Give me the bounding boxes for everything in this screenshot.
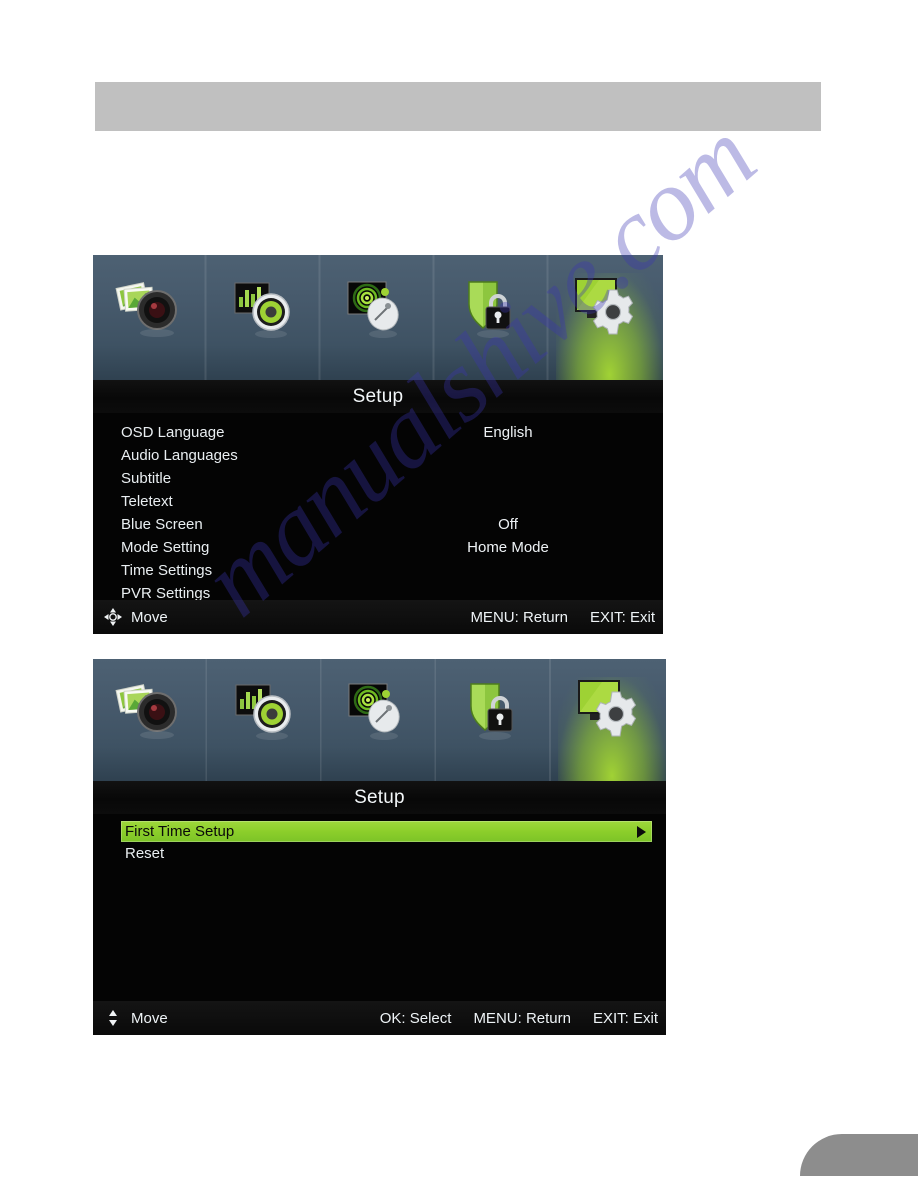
updown-arrows-icon: [103, 1008, 123, 1028]
footer-hint-menu: MENU: Return: [470, 608, 568, 626]
nav-item-sound[interactable]: [208, 659, 323, 781]
lock-icon: [455, 270, 529, 344]
channel-icon: [341, 270, 415, 344]
table-row[interactable]: Subtitle: [93, 467, 663, 490]
table-row-selected[interactable]: First Time Setup: [121, 821, 652, 842]
footer-hint-exit: EXIT: Exit: [592, 1009, 658, 1027]
nav-item-setup[interactable]: [551, 659, 666, 781]
menu-item-label: Blue Screen: [121, 516, 203, 533]
menu-item-label: OSD Language: [121, 424, 225, 441]
menu-item-label: Audio Languages: [121, 447, 238, 464]
osd-nav-bar: [93, 659, 666, 781]
table-row[interactable]: Mode Setting Home Mode: [93, 536, 663, 559]
osd-panel-setup-main: Setup OSD Language English Audio Languag…: [93, 255, 663, 634]
footer-hint-exit: EXIT: Exit: [589, 608, 655, 626]
picture-icon: [113, 672, 187, 746]
footer-hint-ok: OK: Select: [379, 1009, 452, 1027]
footer-move-group: Move: [93, 607, 168, 627]
table-row[interactable]: Time Settings: [93, 559, 663, 582]
footer-hints-group: MENU: Return EXIT: Exit: [470, 609, 663, 626]
table-row[interactable]: OSD Language English: [93, 421, 663, 444]
menu-item-label: First Time Setup: [125, 823, 235, 840]
picture-icon: [113, 270, 187, 344]
chevron-right-icon: [637, 825, 646, 838]
osd-title-submenu: Setup: [93, 781, 666, 814]
page-header-band: [95, 82, 821, 131]
footer-move-label: Move: [131, 608, 168, 626]
setup-icon: [572, 672, 646, 746]
nav-item-lock[interactable]: [437, 659, 552, 781]
osd-title-main: Setup: [93, 380, 663, 413]
table-row[interactable]: Audio Languages: [93, 444, 663, 467]
nav-item-picture[interactable]: [93, 255, 207, 380]
osd-menu-list-submenu: First Time Setup Reset: [93, 814, 666, 1009]
sound-icon: [228, 672, 302, 746]
menu-item-label: Mode Setting: [121, 539, 210, 556]
osd-footer-main: Move MENU: Return EXIT: Exit: [93, 600, 663, 634]
menu-item-value: Off: [498, 516, 518, 533]
nav-item-channel[interactable]: [321, 255, 435, 380]
page-corner-marker: [800, 1134, 918, 1176]
table-row[interactable]: Reset: [121, 842, 666, 865]
table-row[interactable]: Teletext: [93, 490, 663, 513]
osd-panel-setup-submenu: Setup First Time Setup Reset Move OK: Se…: [93, 659, 666, 1035]
setup-icon: [569, 270, 643, 344]
menu-item-label: Subtitle: [121, 470, 172, 487]
menu-item-label: Reset: [125, 845, 165, 862]
osd-menu-list-main: OSD Language English Audio Languages Sub…: [93, 413, 663, 608]
osd-footer-submenu: Move OK: Select MENU: Return EXIT: Exit: [93, 1001, 666, 1035]
sound-icon: [227, 270, 301, 344]
footer-move-label: Move: [131, 1009, 168, 1027]
nav-item-lock[interactable]: [435, 255, 549, 380]
menu-item-value: English: [483, 424, 533, 441]
channel-icon: [342, 672, 416, 746]
footer-hints-group: OK: Select MENU: Return EXIT: Exit: [380, 1010, 666, 1027]
menu-item-label: Teletext: [121, 493, 173, 510]
table-row[interactable]: Blue Screen Off: [93, 513, 663, 536]
footer-hint-menu: MENU: Return: [473, 1009, 571, 1027]
osd-nav-bar: [93, 255, 663, 380]
dpad-arrows-icon: [103, 607, 123, 627]
menu-item-value: Home Mode: [467, 539, 549, 556]
nav-item-picture[interactable]: [93, 659, 208, 781]
menu-item-label: Time Settings: [121, 562, 213, 579]
nav-item-setup[interactable]: [549, 255, 663, 380]
lock-icon: [457, 672, 531, 746]
nav-item-sound[interactable]: [207, 255, 321, 380]
footer-move-group: Move: [93, 1008, 168, 1028]
nav-item-channel[interactable]: [322, 659, 437, 781]
